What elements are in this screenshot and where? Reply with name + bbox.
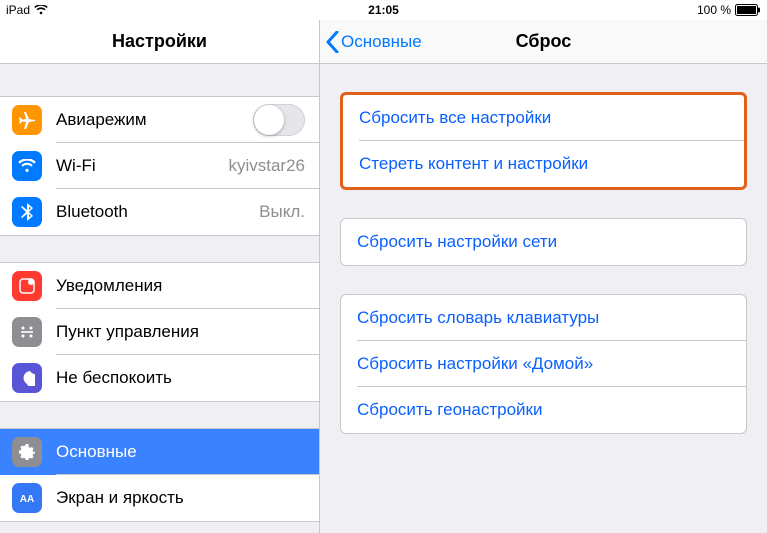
gear-icon [12, 437, 42, 467]
sidebar-item-dnd[interactable]: Не беспокоить [0, 355, 319, 401]
display-icon: AA [12, 483, 42, 513]
battery-icon [735, 4, 761, 16]
sidebar-item-bluetooth[interactable]: Bluetooth Выкл. [0, 189, 319, 235]
reset-network-settings[interactable]: Сбросить настройки сети [341, 219, 746, 265]
wifi-label: Wi-Fi [56, 156, 228, 176]
detail-group-network: Сбросить настройки сети [340, 218, 747, 266]
app-root: iPad 21:05 100 % Настройки [0, 0, 767, 533]
airplane-label: Авиарежим [56, 110, 253, 130]
bluetooth-label: Bluetooth [56, 202, 259, 222]
sidebar-item-wifi[interactable]: Wi-Fi kyivstar26 [0, 143, 319, 189]
airplane-icon [12, 105, 42, 135]
dnd-label: Не беспокоить [56, 368, 319, 388]
status-time: 21:05 [368, 3, 399, 17]
detail-title: Сброс [516, 31, 572, 52]
sidebar-item-control-center[interactable]: Пункт управления [0, 309, 319, 355]
reset-keyboard-dictionary[interactable]: Сбросить словарь клавиатуры [341, 295, 746, 341]
erase-content-settings[interactable]: Стереть контент и настройки [343, 141, 744, 187]
reset-all-settings[interactable]: Сбросить все настройки [343, 95, 744, 141]
bluetooth-value: Выкл. [259, 202, 305, 222]
status-left: iPad [6, 3, 48, 17]
wifi-icon [34, 5, 48, 15]
back-button[interactable]: Основные [320, 31, 422, 53]
dnd-icon [12, 363, 42, 393]
battery-percent: 100 % [697, 3, 731, 17]
control-center-icon [12, 317, 42, 347]
detail-pane: Основные Сброс Сбросить все настройки Ст… [320, 20, 767, 533]
sidebar-navbar: Настройки [0, 20, 319, 64]
sidebar-group-connectivity: Авиарежим Wi-Fi kyivstar26 Blue [0, 96, 319, 236]
svg-text:AA: AA [20, 494, 34, 505]
reset-keyboard-label: Сбросить словарь клавиатуры [357, 308, 599, 328]
device-label: iPad [6, 3, 30, 17]
display-label: Экран и яркость [56, 488, 319, 508]
chevron-left-icon [326, 31, 339, 53]
detail-group-reset-main: Сбросить все настройки Стереть контент и… [340, 92, 747, 190]
status-right: 100 % [697, 3, 761, 17]
detail-gap [320, 64, 767, 92]
erase-content-label: Стереть контент и настройки [359, 154, 588, 174]
sidebar-gap [0, 236, 319, 262]
sidebar-gap [0, 64, 319, 96]
sidebar-item-general[interactable]: Основные [0, 429, 319, 475]
detail-gap [320, 190, 767, 218]
detail-gap [320, 266, 767, 294]
reset-location-label: Сбросить геонастройки [357, 400, 543, 420]
control-center-label: Пункт управления [56, 322, 319, 342]
sidebar-item-display[interactable]: AA Экран и яркость [0, 475, 319, 521]
split-view: Настройки Авиарежим Wi-Fi [0, 20, 767, 533]
reset-all-label: Сбросить все настройки [359, 108, 551, 128]
notifications-icon [12, 271, 42, 301]
sidebar-item-airplane[interactable]: Авиарежим [0, 97, 319, 143]
reset-home-layout[interactable]: Сбросить настройки «Домой» [341, 341, 746, 387]
general-label: Основные [56, 442, 319, 462]
status-bar: iPad 21:05 100 % [0, 0, 767, 20]
bluetooth-icon [12, 197, 42, 227]
wifi-value: kyivstar26 [228, 156, 305, 176]
reset-location-privacy[interactable]: Сбросить геонастройки [341, 387, 746, 433]
reset-home-label: Сбросить настройки «Домой» [357, 354, 593, 374]
back-label: Основные [341, 32, 422, 52]
wifi-settings-icon [12, 151, 42, 181]
sidebar-group-notifications: Уведомления Пункт управления Не беспокои… [0, 262, 319, 402]
sidebar-title: Настройки [112, 31, 207, 52]
detail-group-other: Сбросить словарь клавиатуры Сбросить нас… [340, 294, 747, 434]
detail-navbar: Основные Сброс [320, 20, 767, 64]
sidebar-item-notifications[interactable]: Уведомления [0, 263, 319, 309]
notifications-label: Уведомления [56, 276, 319, 296]
sidebar-group-general: Основные AA Экран и яркость [0, 428, 319, 522]
sidebar: Настройки Авиарежим Wi-Fi [0, 20, 320, 533]
reset-network-label: Сбросить настройки сети [357, 232, 557, 252]
airplane-switch[interactable] [253, 104, 305, 136]
sidebar-gap [0, 402, 319, 428]
